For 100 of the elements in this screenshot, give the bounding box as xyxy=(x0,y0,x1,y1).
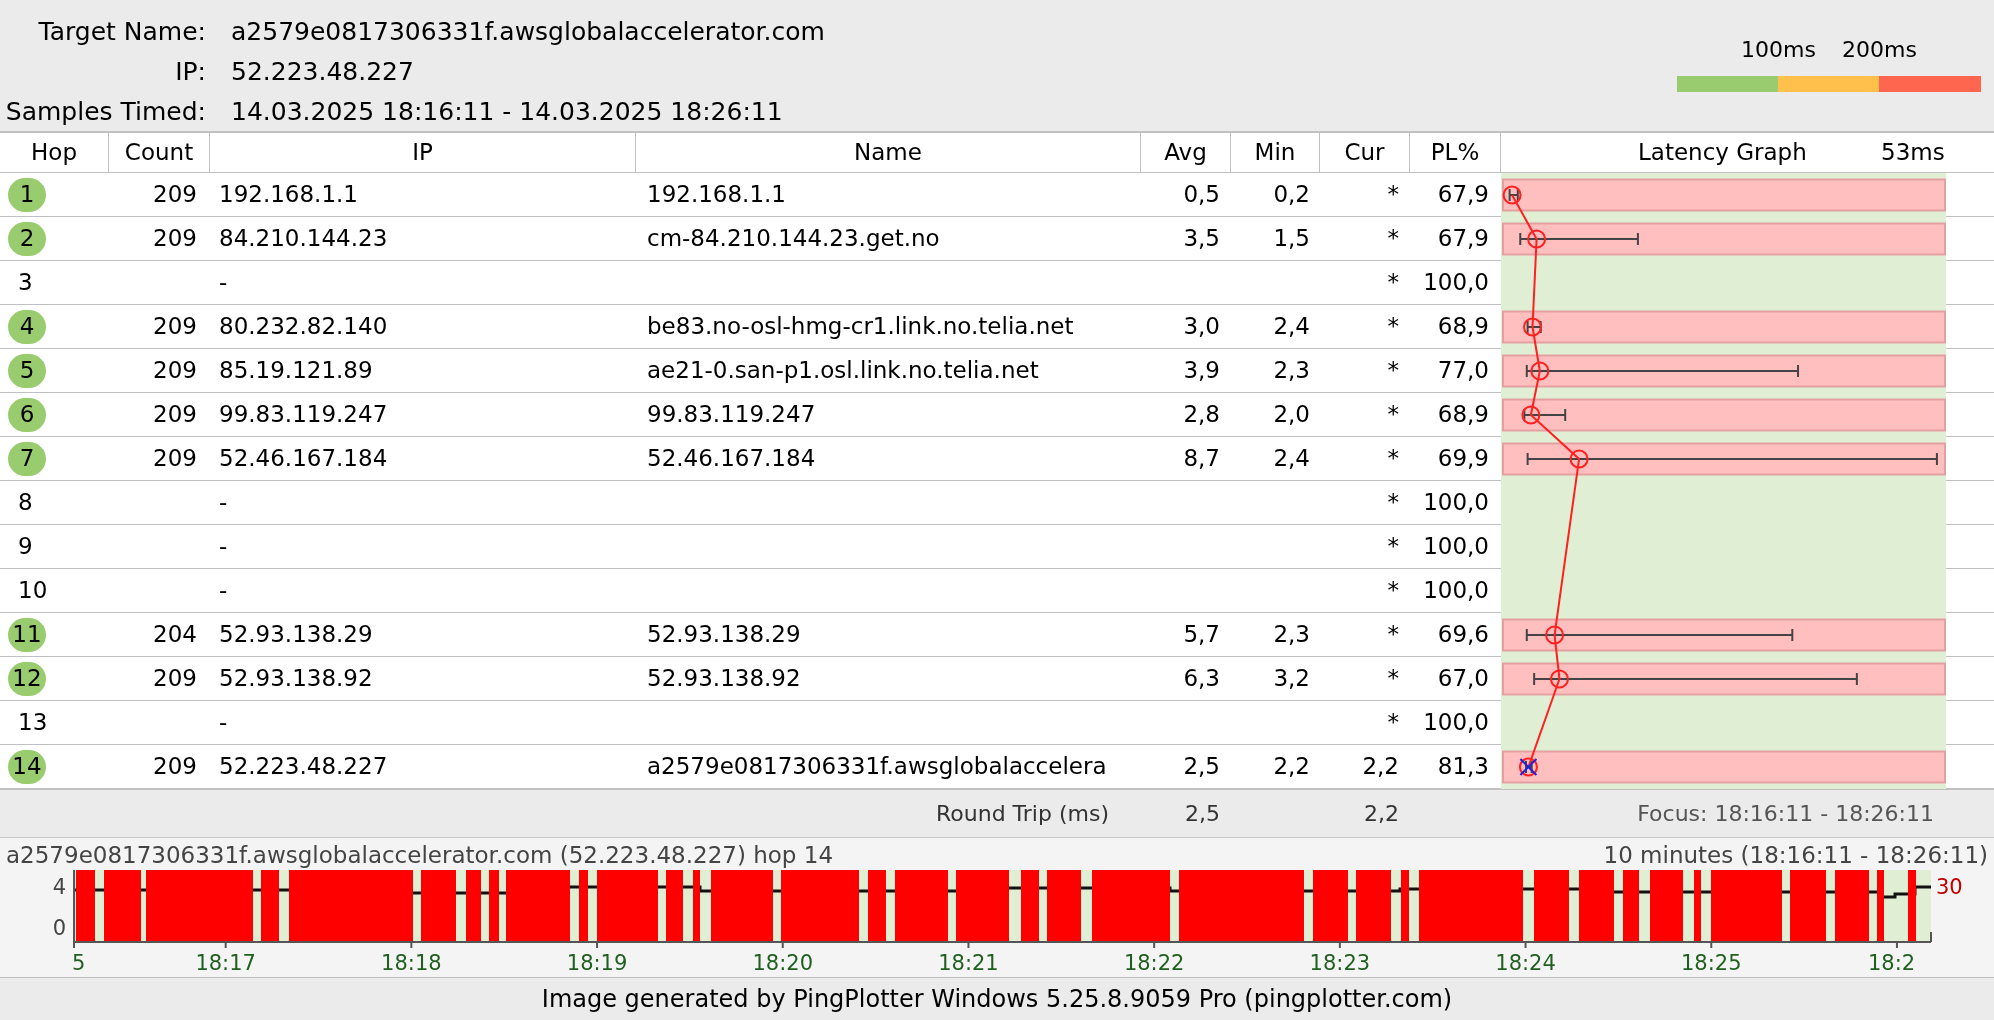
table-cell-text: 2,8 xyxy=(1183,400,1220,430)
table-cell-text: 52.223.48.227 xyxy=(219,752,388,782)
table-cell-text: 68,9 xyxy=(1437,312,1489,342)
table-cell-text: 209 xyxy=(153,356,197,386)
table-cell-text: 5,7 xyxy=(1183,620,1220,650)
table-cell-text: * xyxy=(1387,708,1399,738)
table-cell-text: 0,5 xyxy=(1183,180,1220,210)
table-cell-text: 68,9 xyxy=(1437,400,1489,430)
table-cell-text: cm-84.210.144.23.get.no xyxy=(647,224,940,254)
table-cell-text: 84.210.144.23 xyxy=(219,224,388,254)
hop-number: 9 xyxy=(17,532,33,562)
table-cell-text: 52.93.138.29 xyxy=(219,620,373,650)
focus-range: Focus: 18:16:11 - 18:26:11 xyxy=(1637,800,1934,828)
table-cell-text: - xyxy=(219,532,228,562)
hop-number-badge: 11 xyxy=(8,617,46,652)
error-bar xyxy=(1524,760,1533,774)
table-cell-text: 52.93.138.92 xyxy=(219,664,373,694)
table-cell-text: 2,5 xyxy=(1185,800,1220,828)
table-cell-text: 192.168.1.1 xyxy=(647,180,786,210)
round-trip-label: Round Trip (ms) xyxy=(936,800,1109,828)
table-cell-text: 8,7 xyxy=(1183,444,1220,474)
axis-label: 4 xyxy=(52,875,66,899)
scale-label: 100ms xyxy=(1740,36,1817,64)
table-cell-text: 2,3 xyxy=(1273,356,1310,386)
column-header: Cur xyxy=(1344,138,1385,168)
table-cell-text: 77,0 xyxy=(1437,356,1489,386)
time-label: 18:2 xyxy=(1868,951,1916,975)
table-cell-text: 2,0 xyxy=(1273,400,1310,430)
time-label: 18:25 xyxy=(1681,951,1742,975)
scale-label: 200ms xyxy=(1841,36,1918,64)
axis-label: 0 xyxy=(52,916,66,940)
time-label: 18:18 xyxy=(381,951,442,975)
time-label: 18:22 xyxy=(1123,951,1185,975)
time-label: 18:21 xyxy=(938,951,999,975)
table-cell-text: 209 xyxy=(153,444,197,474)
table-cell-text: 209 xyxy=(153,312,197,342)
hop-number-badge: 2 xyxy=(8,221,46,256)
table-cell-text: - xyxy=(219,576,228,606)
table-cell-text: 1,5 xyxy=(1273,224,1310,254)
field-label: IP: xyxy=(174,56,206,88)
hop-number-badge: 6 xyxy=(8,397,46,432)
table-cell-text: 85.19.121.89 xyxy=(219,356,373,386)
table-cell-text: 99.83.119.247 xyxy=(219,400,388,430)
time-label: 18:24 xyxy=(1495,951,1556,975)
table-cell-text: 209 xyxy=(153,224,197,254)
hop-number: 8 xyxy=(17,488,33,518)
time-label: 18:23 xyxy=(1309,951,1371,975)
table-cell-text: 2,4 xyxy=(1273,312,1310,342)
table-cell-text: 3,5 xyxy=(1183,224,1220,254)
error-bar xyxy=(1523,408,1567,422)
field-value: a2579e0817306331f.awsglobalaccelerator.com xyxy=(231,16,825,48)
table-cell-text: 69,6 xyxy=(1437,620,1489,650)
table-cell-text: 209 xyxy=(153,752,197,782)
table-cell-text: 52.46.167.184 xyxy=(647,444,816,474)
table-cell-text: 3,0 xyxy=(1183,312,1220,342)
hop-number-badge: 7 xyxy=(8,441,46,476)
table-cell-text: 52.93.138.92 xyxy=(647,664,801,694)
hop-number-badge: 12 xyxy=(8,661,46,696)
table-cell-text: a2579e0817306331f.awsglobalaccelera xyxy=(647,752,1107,782)
table-cell-text: 100,0 xyxy=(1423,268,1489,298)
table-cell-text: 67,0 xyxy=(1437,664,1489,694)
table-cell-text: 2,2 xyxy=(1362,752,1399,782)
table-cell-text: * xyxy=(1387,664,1399,694)
table-cell-text: 209 xyxy=(153,180,197,210)
table-cell-text: * xyxy=(1387,444,1399,474)
table-cell-text: 100,0 xyxy=(1423,488,1489,518)
table-cell-text: 2,3 xyxy=(1273,620,1310,650)
table-cell-text: 3,9 xyxy=(1183,356,1220,386)
table-cell-text: be83.no-osl-hmg-cr1.link.no.telia.net xyxy=(647,312,1074,342)
table-cell-text: 67,9 xyxy=(1437,224,1489,254)
time-label: 18:19 xyxy=(566,951,628,975)
error-bar xyxy=(1508,188,1519,202)
table-cell-text: 204 xyxy=(153,620,197,650)
table-cell-text: 209 xyxy=(153,664,197,694)
scale-label: 30 xyxy=(1936,875,1963,899)
table-cell-text: 6,3 xyxy=(1183,664,1220,694)
hop-number: 10 xyxy=(17,576,48,606)
table-cell-text: 67,9 xyxy=(1437,180,1489,210)
table-cell-text: 52.93.138.29 xyxy=(647,620,801,650)
hop-number-badge: 14 xyxy=(8,749,46,784)
table-cell-text: 69,9 xyxy=(1437,444,1489,474)
table-cell-text: * xyxy=(1387,400,1399,430)
table-cell-text: * xyxy=(1387,576,1399,606)
field-value: 14.03.2025 18:16:11 - 14.03.2025 18:26:11 xyxy=(231,96,784,128)
table-cell-text: 0,2 xyxy=(1273,180,1310,210)
table-cell-text: - xyxy=(219,708,228,738)
column-header: PL% xyxy=(1430,138,1480,168)
table-cell-text: * xyxy=(1387,532,1399,562)
hop-number: 3 xyxy=(17,268,33,298)
field-label: Samples Timed: xyxy=(4,96,206,128)
table-cell-text: 81,3 xyxy=(1437,752,1489,782)
column-header: Hop xyxy=(31,138,77,168)
column-header: Name xyxy=(854,138,922,168)
hop-number: 13 xyxy=(17,708,48,738)
table-cell-text: 3,2 xyxy=(1273,664,1310,694)
table-cell-text: * xyxy=(1387,180,1399,210)
table-cell-text: 2,2 xyxy=(1364,800,1399,828)
column-header: Count xyxy=(124,138,194,168)
table-cell-text: 192.168.1.1 xyxy=(219,180,358,210)
table-cell-text: - xyxy=(219,268,228,298)
